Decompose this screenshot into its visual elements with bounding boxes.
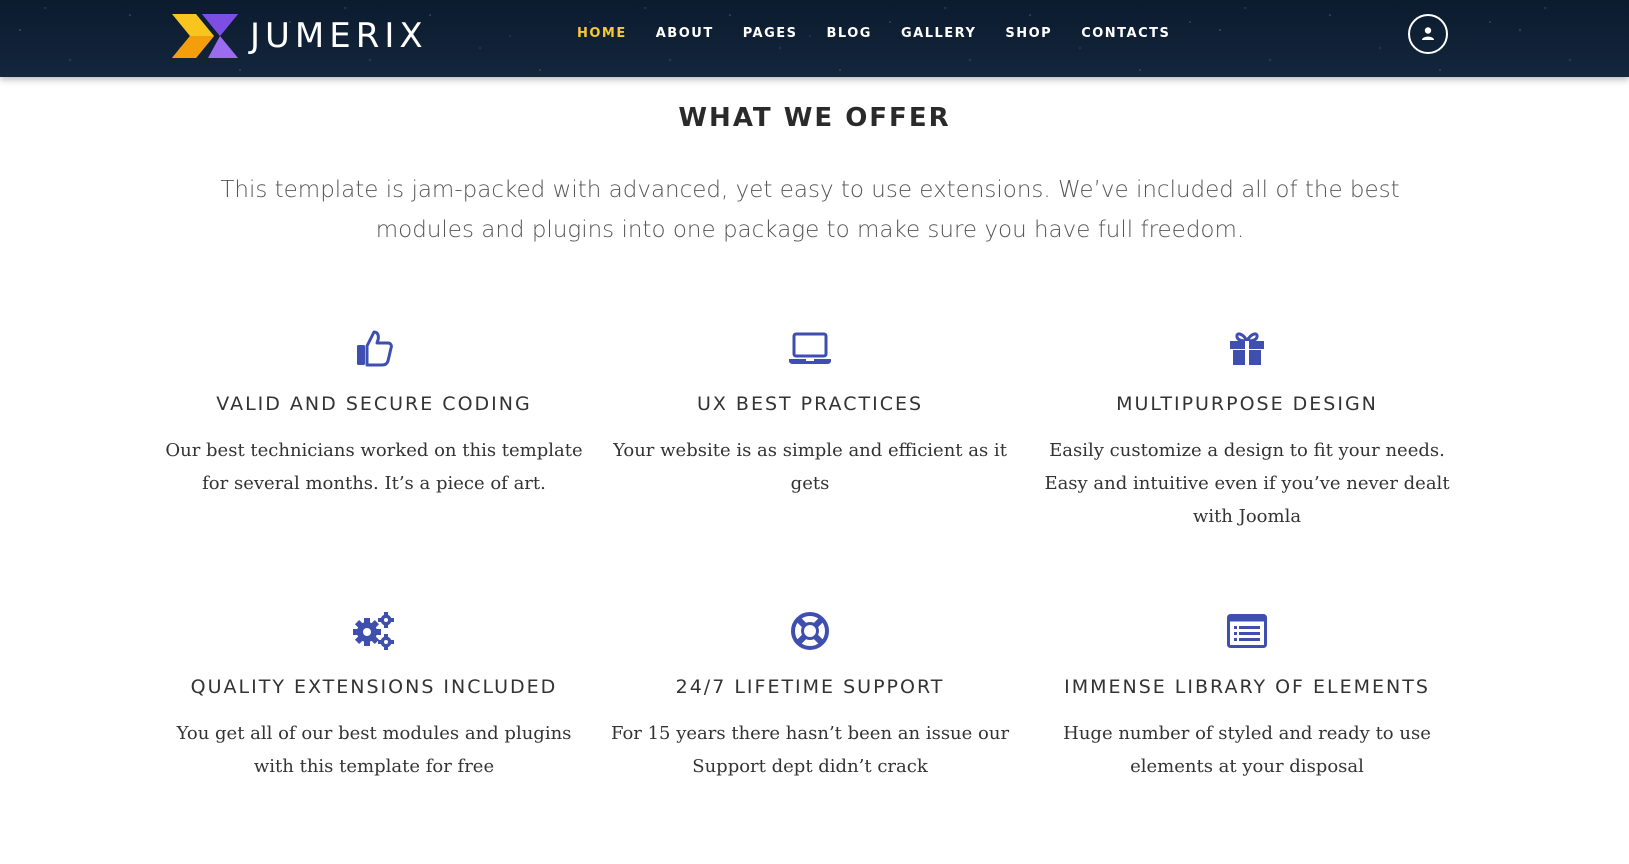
section-intro: This template is jam-packed with advance…: [220, 177, 1400, 243]
feature-title: 24/7 LIFETIME SUPPORT: [675, 676, 945, 698]
laptop-icon: [789, 332, 831, 364]
feature-title: UX BEST PRACTICES: [696, 393, 924, 415]
nav-gallery[interactable]: GALLERY: [901, 26, 976, 42]
site-header: JUMERIX HOME ABOUT PAGES BLOG GALLERY SH…: [0, 0, 1629, 77]
feature-title: MULTIPURPOSE DESIGN: [1116, 393, 1378, 415]
feature-text: You get all of our best modules and plug…: [176, 723, 572, 777]
feature-title: VALID AND SECURE CODING: [216, 393, 532, 415]
feature-text: For 15 years there hasn’t been an issue …: [610, 723, 1010, 777]
nav-shop[interactable]: SHOP: [1005, 26, 1052, 42]
nav-pages[interactable]: PAGES: [743, 26, 798, 42]
nav-blog[interactable]: BLOG: [827, 26, 872, 42]
feature-library-elements: IMMENSE LIBRARY OF ELEMENTS Huge number …: [1037, 609, 1457, 783]
feature-text: Your website is as simple and efficient …: [613, 440, 1007, 494]
thumbs-up-icon: [357, 330, 393, 367]
feature-lifetime-support: 24/7 LIFETIME SUPPORT For 15 years there…: [600, 609, 1020, 783]
site-logo[interactable]: JUMERIX: [172, 14, 428, 58]
user-account-button[interactable]: [1408, 14, 1448, 54]
nav-about[interactable]: ABOUT: [656, 26, 714, 42]
feature-ux-best-practices: UX BEST PRACTICES Your website is as sim…: [600, 326, 1020, 500]
feature-quality-extensions: QUALITY EXTENSIONS INCLUDED You get all …: [164, 609, 584, 783]
feature-multipurpose-design: MULTIPURPOSE DESIGN Easily customize a d…: [1037, 326, 1457, 533]
gears-icon: [353, 612, 394, 650]
nav-contacts[interactable]: CONTACTS: [1081, 26, 1170, 42]
feature-valid-secure-coding: VALID AND SECURE CODING Our best technic…: [164, 326, 584, 500]
feature-title: QUALITY EXTENSIONS INCLUDED: [190, 676, 558, 698]
feature-text: Easily customize a design to fit your ne…: [1044, 440, 1450, 527]
logo-x-icon: [172, 14, 238, 58]
section-title: WHAT WE OFFER: [678, 103, 951, 133]
lifebuoy-icon: [791, 612, 829, 650]
user-icon: [1422, 27, 1434, 40]
feature-text: Our best technicians worked on this temp…: [165, 440, 583, 494]
feature-text: Huge number of styled and ready to use e…: [1063, 723, 1431, 777]
feature-title: IMMENSE LIBRARY OF ELEMENTS: [1064, 676, 1430, 698]
logo-text: JUMERIX: [250, 16, 428, 56]
nav-home[interactable]: HOME: [577, 26, 627, 42]
list-icon: [1227, 614, 1267, 648]
main-nav: HOME ABOUT PAGES BLOG GALLERY SHOP CONTA…: [577, 26, 1199, 42]
gift-icon: [1230, 332, 1264, 365]
